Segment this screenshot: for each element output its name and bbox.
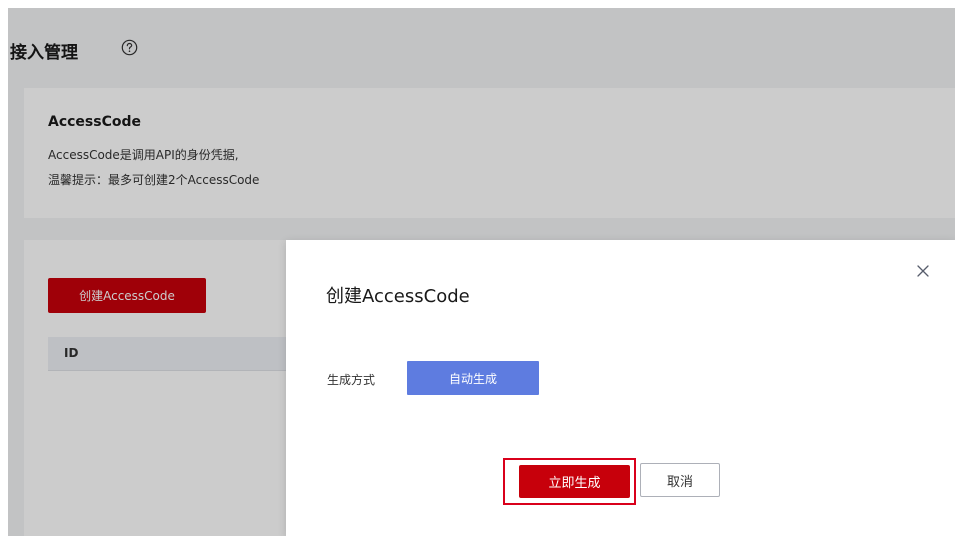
create-access-code-dialog: 创建AccessCode 生成方式 自动生成 立即生成 取消 (286, 240, 955, 536)
page: 接入管理 AccessCode AccessCode是调用API的身份凭据, 温… (0, 0, 955, 536)
cancel-button[interactable]: 取消 (640, 463, 720, 497)
auto-generate-option[interactable]: 自动生成 (407, 361, 539, 395)
generate-now-button[interactable]: 立即生成 (519, 465, 630, 498)
close-icon[interactable] (914, 262, 932, 280)
dialog-title: 创建AccessCode (326, 286, 470, 307)
generation-method-label: 生成方式 (327, 373, 376, 387)
